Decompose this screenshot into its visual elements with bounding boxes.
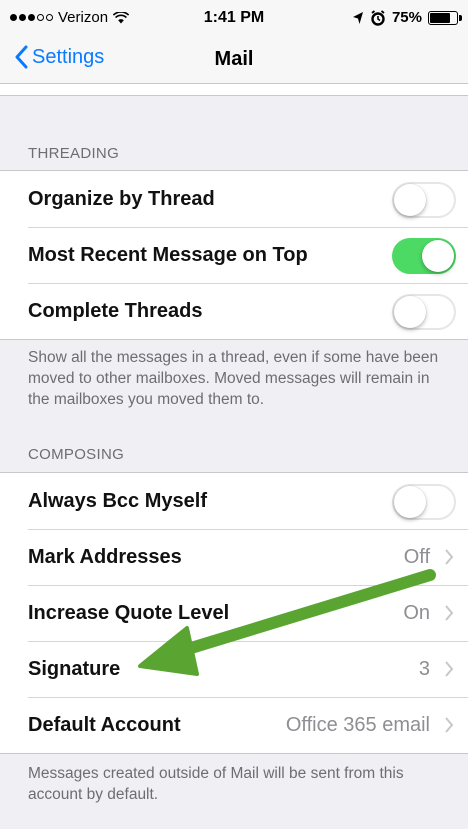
row-label: Default Account — [28, 713, 181, 736]
threading-header: THREADING — [28, 145, 120, 162]
always-bcc-myself-row: Always Bcc Myself — [0, 473, 468, 529]
alarm-clock-icon — [371, 9, 385, 26]
chevron-right-icon — [445, 661, 454, 677]
most-recent-on-top-row: Most Recent Message on Top — [0, 227, 468, 283]
status-bar: Verizon 1:41 PM 75% — [0, 0, 468, 36]
chevron-right-icon — [445, 717, 454, 733]
previous-section-edge — [0, 84, 468, 96]
complete-threads-toggle[interactable] — [392, 294, 456, 330]
battery-icon — [428, 10, 462, 25]
battery-percent: 75% — [391, 9, 422, 26]
threading-group: Organize by Thread Most Recent Message o… — [0, 170, 468, 340]
row-label: Most Recent Message on Top — [28, 243, 308, 266]
increase-quote-level-row[interactable]: Increase Quote Level On — [0, 585, 468, 641]
signature-row[interactable]: Signature 3 — [0, 641, 468, 697]
complete-threads-row: Complete Threads — [0, 283, 468, 339]
row-value: Off — [403, 545, 430, 568]
row-label: Increase Quote Level — [28, 601, 230, 624]
row-label: Complete Threads — [28, 299, 203, 322]
page-title: Mail — [214, 48, 254, 70]
status-right: 75% — [352, 9, 462, 26]
composing-group: Always Bcc Myself Mark Addresses Off Inc… — [0, 472, 468, 754]
row-label: Always Bcc Myself — [28, 489, 207, 512]
row-label: Signature — [28, 657, 121, 680]
chevron-right-icon — [445, 605, 454, 621]
organize-by-thread-toggle[interactable] — [392, 182, 456, 218]
location-arrow-icon — [352, 11, 363, 24]
composing-footer: Messages created outside of Mail will be… — [28, 765, 404, 803]
composing-header: COMPOSING — [28, 446, 125, 463]
row-value: On — [403, 601, 430, 624]
threading-footer: Show all the messages in a thread, even … — [28, 349, 439, 408]
mark-addresses-row[interactable]: Mark Addresses Off — [0, 529, 468, 585]
most-recent-on-top-toggle[interactable] — [392, 238, 456, 274]
row-label: Organize by Thread — [28, 187, 215, 210]
row-label: Mark Addresses — [28, 545, 182, 568]
organize-by-thread-row: Organize by Thread — [0, 171, 468, 227]
row-value: 3 — [418, 657, 430, 680]
chevron-right-icon — [445, 549, 454, 565]
default-account-row[interactable]: Default Account Office 365 email — [0, 697, 468, 753]
navigation-bar: Settings Mail — [0, 36, 468, 84]
row-value: Office 365 email — [285, 713, 430, 736]
always-bcc-myself-toggle[interactable] — [392, 484, 456, 520]
